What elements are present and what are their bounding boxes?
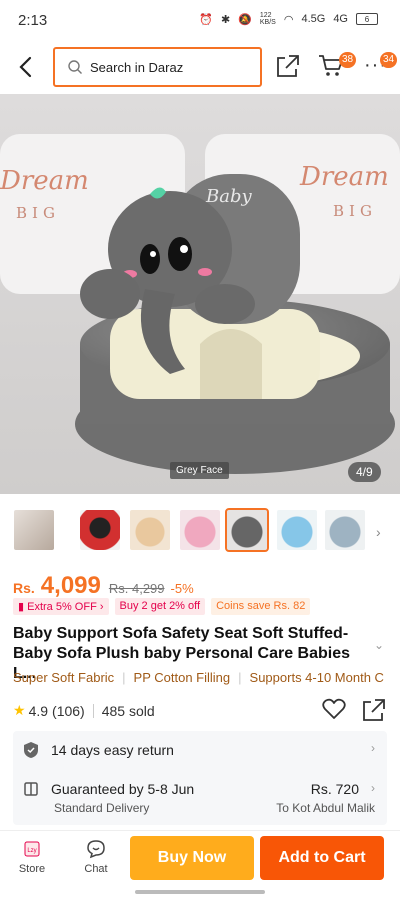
cart-count-badge: 38 [339, 52, 357, 68]
chat-icon [87, 840, 105, 859]
search-placeholder: Search in Daraz [90, 60, 184, 75]
pillow-text-right: Dream [300, 162, 389, 192]
thumbnail-2[interactable] [80, 510, 120, 550]
product-image[interactable]: Dream BIG Dream BIG Baby [0, 94, 400, 494]
thumbnail-1[interactable] [14, 510, 54, 550]
product-illustration [0, 94, 400, 494]
pillow-text-left: Dream [0, 166, 89, 196]
image-counter: 4/9 [348, 462, 381, 482]
chevron-right-icon[interactable]: › [376, 524, 381, 540]
heart-icon[interactable] [322, 698, 346, 720]
variant-label: Grey Face [170, 462, 229, 479]
delivery-row[interactable]: Guaranteed by 5-8 Jun [23, 781, 194, 797]
star-icon: ★ [13, 702, 26, 718]
rating-value: 4.9 [28, 702, 49, 719]
delivery-icon [24, 782, 38, 796]
delivery-price: Rs. 720 [310, 781, 359, 797]
search-input[interactable]: Search in Daraz [53, 47, 262, 87]
share-icon[interactable] [276, 54, 300, 78]
chevron-right-icon[interactable]: › [371, 741, 375, 755]
buy-now-button[interactable]: Buy Now [130, 836, 254, 880]
current-price: 4,099 [40, 572, 101, 599]
svg-text:Lzy: Lzy [27, 848, 36, 854]
mute-icon: 🔕 [238, 13, 252, 26]
bottom-action-bar: Lzy Store Chat Buy Now Add to Cart [0, 830, 400, 886]
status-time: 2:13 [18, 12, 48, 29]
review-count: (106) [52, 702, 85, 719]
home-indicator[interactable] [135, 890, 265, 894]
return-policy-row[interactable]: 14 days easy return [23, 741, 174, 759]
rating-row[interactable]: ★ 4.9 (106) 485 sold [13, 702, 155, 719]
promo-extra-off[interactable]: ▮ Extra 5% OFF › [13, 598, 109, 615]
return-text: 14 days easy return [51, 742, 174, 758]
feature-tag: Supports 4-10 Month C [249, 670, 384, 685]
lte-indicator: 4G [333, 13, 348, 25]
pillow-subtext-right: BIG [333, 202, 377, 220]
feature-tags: Super Soft Fabric | PP Cotton Filling | Supp… [13, 670, 384, 685]
thumbnail-3[interactable] [130, 510, 170, 550]
chat-label: Chat [84, 863, 108, 875]
old-price: Rs. 4,299 [108, 581, 165, 596]
chevron-right-icon[interactable]: › [371, 781, 375, 795]
delivery-text: Guaranteed by 5-8 Jun [51, 781, 195, 797]
bluetooth-icon: ✱ [220, 13, 231, 26]
shield-icon [24, 742, 38, 758]
promo-coins[interactable]: Coins save Rs. 82 [211, 598, 311, 615]
more-count-badge: 34 [380, 52, 398, 68]
sold-count: 485 sold [101, 702, 155, 719]
wifi-icon: ◠ [283, 13, 294, 26]
chat-button[interactable]: Chat [72, 839, 120, 875]
store-label: Store [18, 863, 46, 875]
back-icon[interactable] [14, 54, 38, 80]
store-button[interactable]: Lzy Store [8, 839, 56, 875]
price-currency: Rs. [13, 580, 35, 596]
thumbnail-7[interactable] [325, 510, 365, 550]
sofa-text: Baby [206, 186, 252, 207]
discount-percent: -5% [170, 581, 194, 596]
network-type: 4.5G [301, 13, 326, 25]
battery-icon: 6 [356, 13, 378, 25]
network-speed: 122 KB/S [259, 12, 276, 26]
thumbnail-strip: › [0, 508, 400, 554]
delivery-location: To Kot Abdul Malik [276, 801, 375, 815]
promo-row: ▮ Extra 5% OFF › Buy 2 get 2% off Coins … [13, 598, 311, 615]
service-card: 14 days easy return › Guaranteed by 5-8 … [13, 731, 387, 825]
promo-bundle[interactable]: Buy 2 get 2% off [114, 598, 206, 615]
thumbnail-5-selected[interactable] [225, 508, 269, 552]
voucher-icon: ▮ [18, 601, 25, 613]
search-header: Search in Daraz 38 ··· 34 [0, 40, 400, 94]
status-bar: 2:13 ⏰ ✱ 🔕 122 KB/S ◠ 4.5G 4G 6 [0, 0, 400, 40]
price-row: Rs. 4,099 Rs. 4,299 -5% [13, 572, 194, 600]
alarm-icon: ⏰ [199, 13, 213, 26]
feature-tag: PP Cotton Filling [133, 670, 231, 685]
delivery-method: Standard Delivery [54, 801, 150, 815]
search-icon [68, 60, 82, 74]
chevron-down-icon[interactable]: ⌄ [374, 638, 384, 652]
thumbnail-6[interactable] [277, 510, 317, 550]
share-icon[interactable] [362, 698, 386, 722]
store-icon: Lzy [24, 841, 40, 857]
thumbnail-4[interactable] [180, 510, 220, 550]
pillow-subtext-left: BIG [16, 204, 60, 222]
add-to-cart-button[interactable]: Add to Cart [260, 836, 384, 880]
feature-tag: Super Soft Fabric [13, 670, 115, 685]
